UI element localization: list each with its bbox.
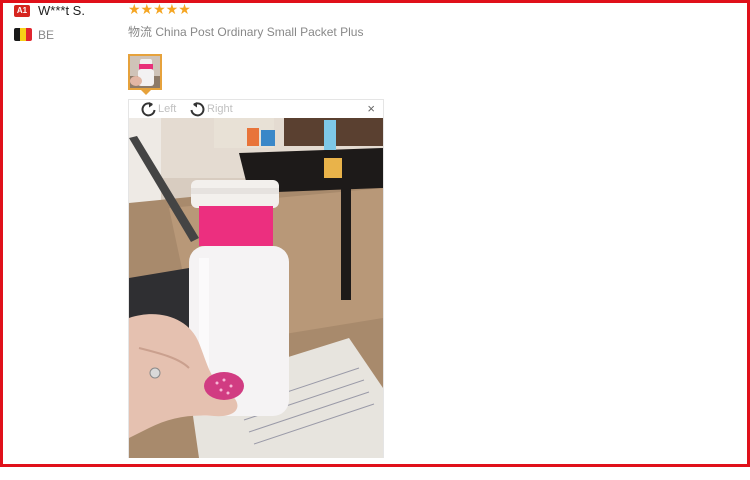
member-level-badge: A1 <box>14 5 30 17</box>
review-photo-thumbnail[interactable] <box>128 54 162 90</box>
shipping-info: 物流 China Post Ordinary Small Packet Plus <box>128 23 363 40</box>
stars-icon: ★★★★★ <box>128 1 191 17</box>
review-photo <box>129 118 383 458</box>
thumbnail-photo <box>130 56 160 88</box>
close-icon[interactable]: × <box>367 102 375 116</box>
rotate-right-label: Right <box>207 103 233 115</box>
reviewer-country: BE <box>38 28 55 42</box>
star-rating: ★★★★★ <box>128 1 191 18</box>
rotate-left-icon <box>139 101 158 117</box>
rotate-left-label: Left <box>158 103 177 115</box>
rotate-right-icon <box>188 101 207 117</box>
thumbnail-pointer <box>141 90 151 95</box>
belgium-flag-icon <box>14 28 32 41</box>
logistics-label: 物流 <box>128 25 153 39</box>
photo-viewer: Left Right × <box>128 99 384 458</box>
rotate-right-button[interactable]: Right <box>188 100 233 118</box>
rotate-left-button[interactable]: Left <box>139 100 176 118</box>
reviewer-name: W***t S. <box>38 3 85 18</box>
viewer-toolbar: Left Right × <box>129 100 383 118</box>
shipping-method: China Post Ordinary Small Packet Plus <box>155 25 364 39</box>
